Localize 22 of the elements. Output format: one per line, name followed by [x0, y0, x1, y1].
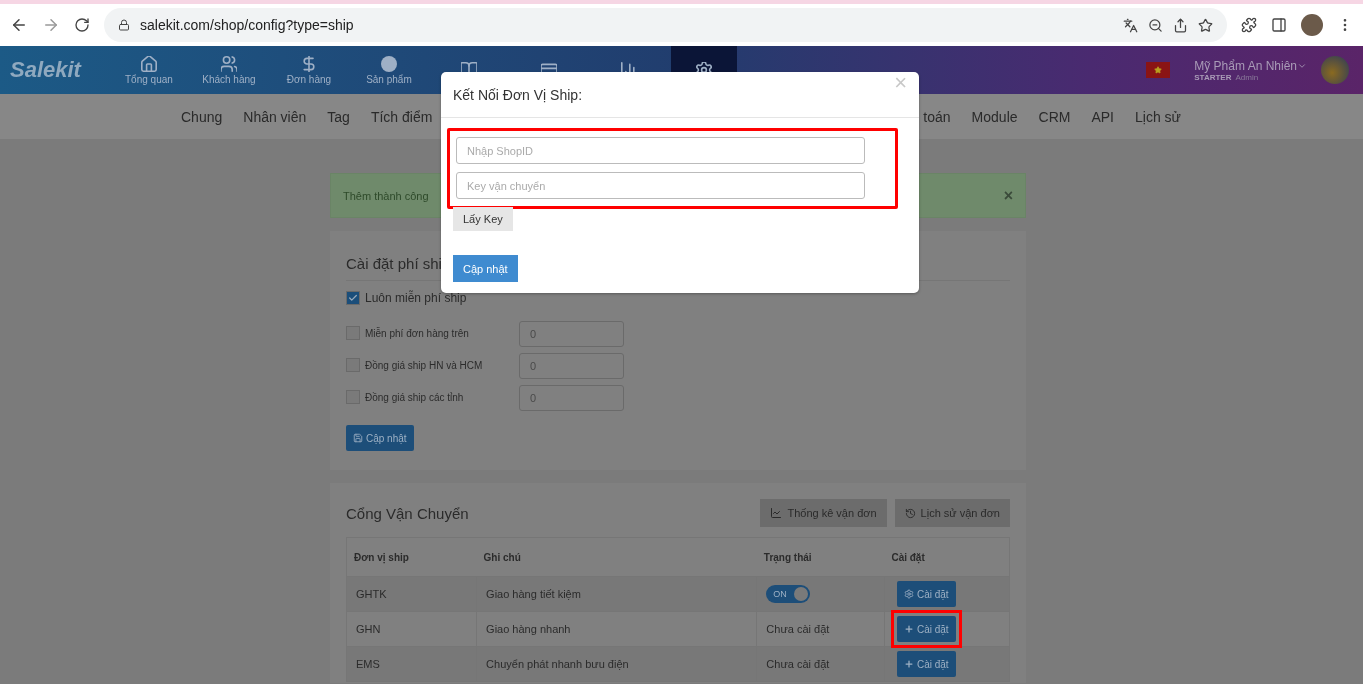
- column-header: Đơn vị ship: [346, 537, 477, 577]
- checkbox-label: Đồng giá ship các tỉnh: [365, 391, 464, 403]
- panel-title: Cổng Vận Chuyển: [346, 504, 470, 522]
- url-text: salekit.com/shop/config?type=ship: [140, 17, 355, 33]
- role-label: Admin: [1235, 72, 1259, 82]
- table-cell: Giao hàng tiết kiệm: [476, 576, 757, 612]
- table-cell: Chưa cài đặt: [756, 611, 885, 647]
- checkbox-label: Đồng giá ship HN và HCM: [365, 359, 483, 371]
- column-header: Ghi chú: [476, 537, 757, 577]
- table-cell: Chưa cài đặt: [756, 646, 885, 682]
- table-cell: EMS: [346, 646, 477, 682]
- column-header: Trạng thái: [756, 537, 885, 577]
- modal-title: Kết Nối Đơn Vị Ship:: [453, 86, 582, 103]
- checkbox-label: Luôn miễn phí ship: [365, 291, 467, 305]
- table-cell: GHTK: [346, 576, 477, 612]
- table-cell: Giao hàng nhanh: [476, 611, 757, 647]
- table-cell: Chuyển phát nhanh bưu điện: [476, 646, 757, 682]
- column-header: Cài đặt: [884, 537, 1010, 577]
- plan-label: STARTER: [1194, 72, 1232, 82]
- checkbox-label: Miễn phí đơn hàng trên: [365, 327, 469, 339]
- alert-text: Thêm thành công: [343, 189, 429, 202]
- table-cell: GHN: [346, 611, 477, 647]
